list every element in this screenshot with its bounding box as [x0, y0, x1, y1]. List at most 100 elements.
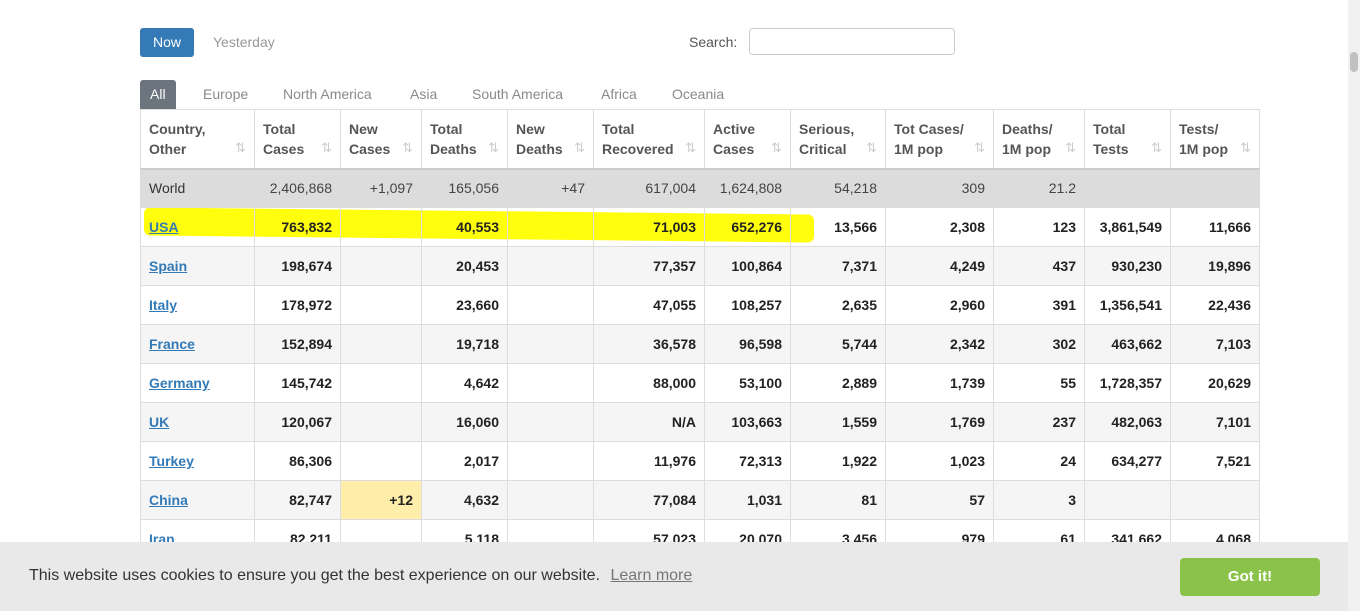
region-tab-south-america[interactable]: South America	[472, 80, 563, 109]
column-header-10[interactable]: Total Tests ⇅	[1084, 109, 1171, 170]
data-cell: 1,624,808	[704, 168, 791, 208]
data-cell: 1,769	[885, 402, 994, 442]
scrollbar-thumb[interactable]	[1350, 52, 1358, 72]
column-header-4[interactable]: New Deaths ⇅	[507, 109, 594, 170]
region-tab-all[interactable]: All	[140, 80, 176, 109]
data-cell	[340, 246, 422, 286]
sort-arrows-icon[interactable]: ⇅	[1151, 138, 1162, 158]
country-link[interactable]: Spain	[149, 258, 187, 274]
learn-more-link[interactable]: Learn more	[610, 567, 692, 584]
column-header-7[interactable]: Serious, Critical ⇅	[790, 109, 886, 170]
column-header-1[interactable]: Total Cases ⇅	[254, 109, 341, 170]
region-tab-europe[interactable]: Europe	[203, 80, 248, 109]
cookie-banner: This website uses cookies to ensure you …	[0, 542, 1348, 611]
data-cell	[507, 402, 594, 442]
sort-arrows-icon[interactable]: ⇅	[235, 138, 246, 158]
country-cell: Spain	[140, 246, 255, 286]
country-link[interactable]: France	[149, 336, 195, 352]
data-cell: 391	[993, 285, 1085, 325]
column-header-line1: Active	[713, 120, 756, 137]
data-cell: 120,067	[254, 402, 341, 442]
tab-yesterday[interactable]: Yesterday	[200, 28, 288, 57]
data-cell: 437	[993, 246, 1085, 286]
data-cell: N/A	[593, 402, 705, 442]
column-header-9[interactable]: Deaths/1M pop ⇅	[993, 109, 1085, 170]
country-link[interactable]: UK	[149, 414, 169, 430]
data-cell: 11,976	[593, 441, 705, 481]
data-cell: 21.2	[993, 168, 1085, 208]
column-header-line2: 1M pop	[894, 140, 943, 157]
data-cell: 152,894	[254, 324, 341, 364]
data-cell: 23,660	[421, 285, 508, 325]
data-cell: 1,031	[704, 480, 791, 520]
column-header-5[interactable]: Total Recovered ⇅	[593, 109, 705, 170]
sort-arrows-icon[interactable]: ⇅	[685, 138, 696, 158]
region-tab-asia[interactable]: Asia	[410, 80, 437, 109]
country-link[interactable]: Germany	[149, 375, 210, 391]
data-cell: 88,000	[593, 363, 705, 403]
data-cell: 1,922	[790, 441, 886, 481]
table-row: Spain 198,674 20,453 77,357 100,864 7,371 4,24…	[140, 246, 1260, 286]
tab-now[interactable]: Now	[140, 28, 195, 57]
country-link[interactable]: China	[149, 492, 188, 508]
data-cell	[507, 324, 594, 364]
sort-arrows-icon[interactable]: ⇅	[1065, 138, 1076, 158]
data-cell: 54,218	[790, 168, 886, 208]
column-header-line1: Total	[430, 120, 463, 137]
data-cell: 1,023	[885, 441, 994, 481]
data-cell: 40,553	[421, 207, 508, 247]
data-cell	[507, 363, 594, 403]
data-cell: 7,371	[790, 246, 886, 286]
table-row: France 152,894 19,718 36,578 96,598 5,744 2,34…	[140, 324, 1260, 364]
column-header-line1: Total	[263, 120, 296, 137]
data-cell: 72,313	[704, 441, 791, 481]
table-row: UK 120,067 16,060 N/A 103,663 1,559 1,769 237 48…	[140, 402, 1260, 442]
data-cell: +1,097	[340, 168, 422, 208]
data-cell: 309	[885, 168, 994, 208]
sort-arrows-icon[interactable]: ⇅	[771, 138, 782, 158]
column-header-6[interactable]: Active Cases ⇅	[704, 109, 791, 170]
sort-arrows-icon[interactable]: ⇅	[1240, 138, 1251, 158]
got-it-button[interactable]: Got it!	[1180, 558, 1320, 596]
cookie-message: This website uses cookies to ensure you …	[29, 567, 692, 585]
data-cell	[340, 324, 422, 364]
column-header-line1: Deaths/	[1002, 120, 1053, 137]
country-link[interactable]: Italy	[149, 297, 177, 313]
sort-arrows-icon[interactable]: ⇅	[574, 138, 585, 158]
data-cell: 103,663	[704, 402, 791, 442]
data-cell: 57	[885, 480, 994, 520]
sort-arrows-icon[interactable]: ⇅	[866, 138, 877, 158]
table-row: USA 763,832 40,553 71,003 652,276 13,566 2,308…	[140, 207, 1260, 247]
data-cell: 617,004	[593, 168, 705, 208]
column-header-11[interactable]: Tests/1M pop ⇅	[1170, 109, 1260, 170]
search-input[interactable]	[749, 28, 955, 55]
country-link[interactable]: USA	[149, 219, 179, 235]
column-header-line1: Country,	[149, 120, 206, 137]
data-cell: 1,728,357	[1084, 363, 1171, 403]
country-link[interactable]: Turkey	[149, 453, 194, 469]
region-tab-africa[interactable]: Africa	[601, 80, 637, 109]
column-header-3[interactable]: Total Deaths ⇅	[421, 109, 508, 170]
sort-arrows-icon[interactable]: ⇅	[321, 138, 332, 158]
data-cell: 11,666	[1170, 207, 1260, 247]
sort-arrows-icon[interactable]: ⇅	[488, 138, 499, 158]
country-cell: Italy	[140, 285, 255, 325]
data-cell: 13,566	[790, 207, 886, 247]
data-cell: 47,055	[593, 285, 705, 325]
sort-arrows-icon[interactable]: ⇅	[974, 138, 985, 158]
cookie-text: This website uses cookies to ensure you …	[29, 567, 600, 584]
region-tab-oceania[interactable]: Oceania	[672, 80, 724, 109]
data-cell: 86,306	[254, 441, 341, 481]
scrollbar[interactable]	[1348, 0, 1360, 611]
column-header-0[interactable]: Country, Other ⇅	[140, 109, 255, 170]
data-cell	[507, 207, 594, 247]
data-cell: 165,056	[421, 168, 508, 208]
data-cell	[1170, 168, 1260, 208]
column-header-2[interactable]: New Cases ⇅	[340, 109, 422, 170]
column-header-8[interactable]: Tot Cases/1M pop ⇅	[885, 109, 994, 170]
data-cell: 82,747	[254, 480, 341, 520]
region-tab-north-america[interactable]: North America	[283, 80, 372, 109]
data-cell: 2,635	[790, 285, 886, 325]
data-cell: 53,100	[704, 363, 791, 403]
sort-arrows-icon[interactable]: ⇅	[402, 138, 413, 158]
